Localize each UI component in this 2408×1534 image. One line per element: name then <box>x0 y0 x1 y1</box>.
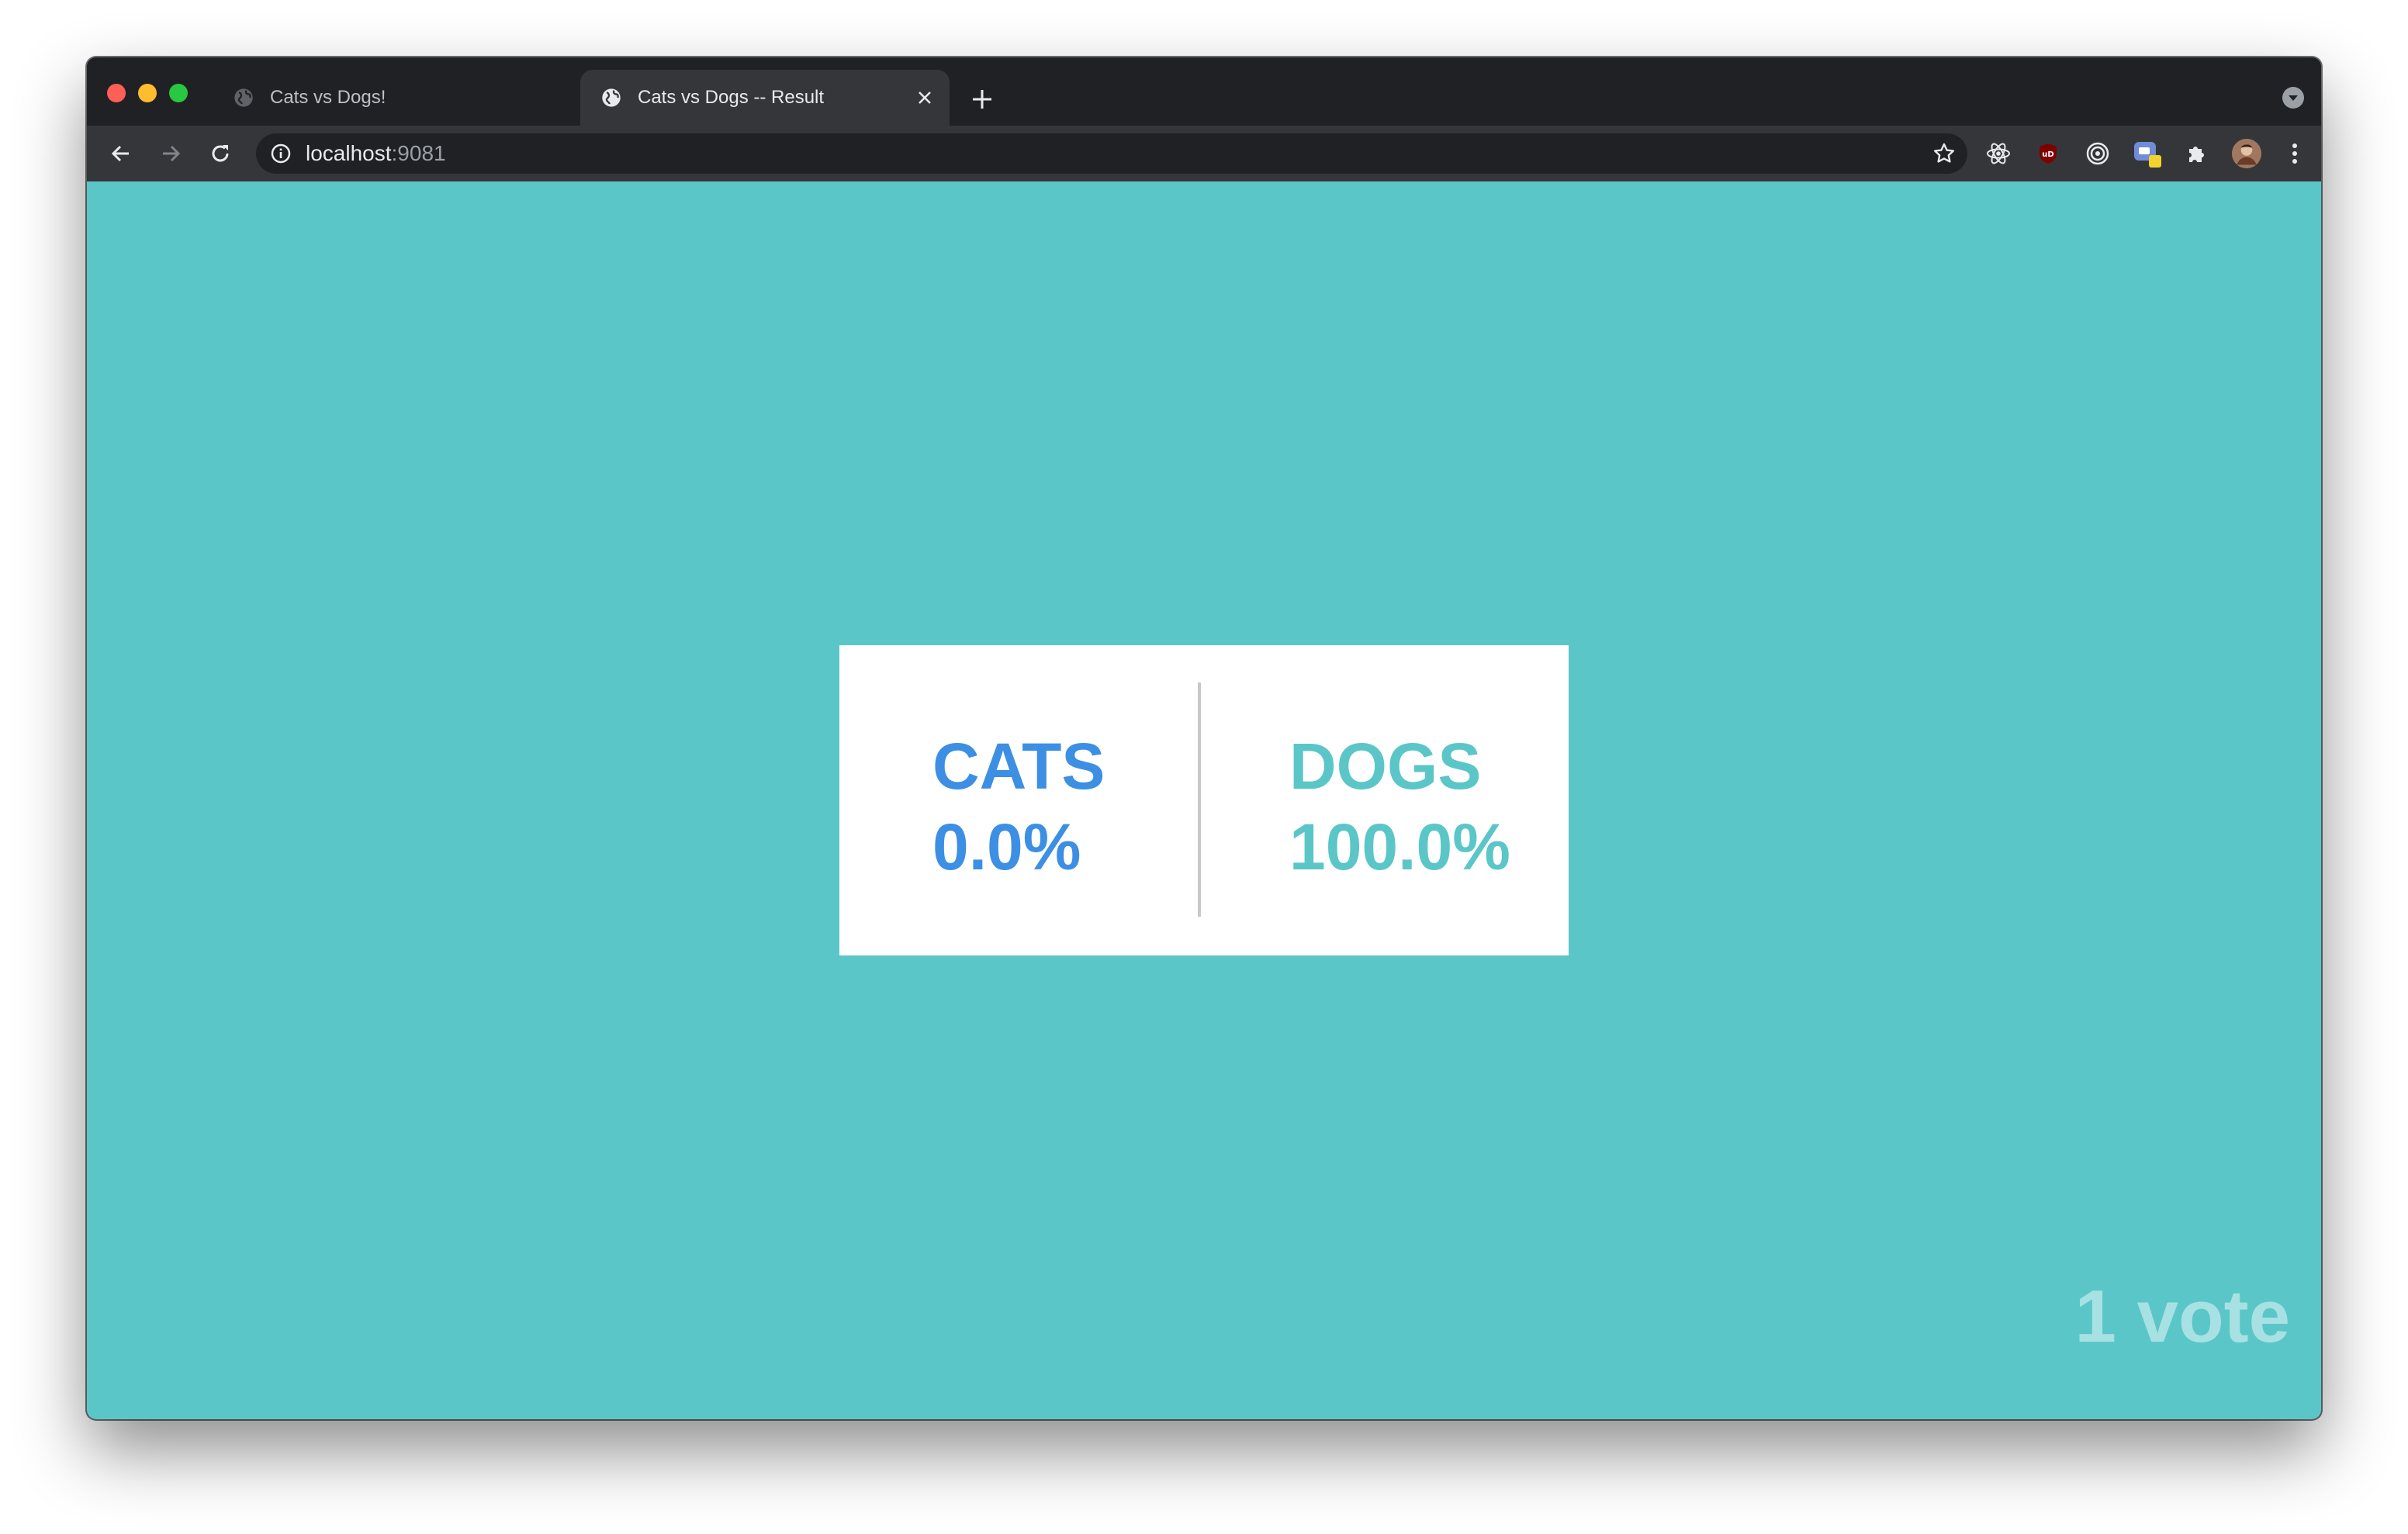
tab-strip: Cats vs Dogs! Cats vs Dogs -- Result <box>87 57 2321 126</box>
profile-avatar[interactable] <box>2231 138 2262 169</box>
plus-icon[interactable] <box>968 85 996 113</box>
puzzle-icon[interactable] <box>2181 138 2213 169</box>
address-bar[interactable]: localhost:9081 <box>256 133 1967 174</box>
cats-result: CATS 0.0% <box>932 726 1105 887</box>
close-icon[interactable] <box>914 87 936 109</box>
browser-toolbar: localhost:9081 uD <box>87 126 2321 181</box>
page-content: CATS 0.0% DOGS 100.0% 1 vote <box>87 181 2321 1419</box>
url-host: localhost <box>306 141 392 165</box>
maximize-window-button[interactable] <box>169 84 188 102</box>
chevron-down-icon[interactable] <box>2281 85 2306 110</box>
kebab-menu-icon[interactable] <box>2279 138 2310 169</box>
browser-window: Cats vs Dogs! Cats vs Dogs -- Result loc… <box>87 57 2321 1419</box>
cats-percent: 0.0% <box>932 810 1081 883</box>
tab-title: Cats vs Dogs -- Result <box>638 87 825 108</box>
vote-count: 1 vote <box>2074 1275 2290 1358</box>
cats-label: CATS <box>932 730 1105 803</box>
close-window-button[interactable] <box>107 84 126 102</box>
react-devtools-icon[interactable] <box>1983 138 2014 169</box>
dogs-result: DOGS 100.0% <box>1289 726 1510 887</box>
tab-title: Cats vs Dogs! <box>270 87 386 108</box>
globe-icon <box>234 88 253 107</box>
gimp-extension-icon[interactable] <box>2132 138 2163 169</box>
dogs-label: DOGS <box>1289 730 1482 803</box>
results-divider <box>1198 682 1201 917</box>
arrow-right-icon[interactable] <box>155 138 186 169</box>
globe-icon <box>602 88 621 107</box>
results-card: CATS 0.0% DOGS 100.0% <box>839 645 1569 955</box>
svg-text:uD: uD <box>2042 150 2053 159</box>
star-icon[interactable] <box>1932 141 1956 166</box>
url-port: :9081 <box>391 141 446 165</box>
tab-cats-vs-dogs-result[interactable]: Cats vs Dogs -- Result <box>580 70 950 126</box>
url-text: localhost:9081 <box>306 133 446 174</box>
arrow-left-icon[interactable] <box>106 138 137 169</box>
info-icon[interactable] <box>270 143 292 164</box>
reload-icon[interactable] <box>205 138 236 169</box>
ublock-icon[interactable]: uD <box>2033 138 2064 169</box>
minimize-window-button[interactable] <box>138 84 157 102</box>
dogs-percent: 100.0% <box>1289 810 1510 883</box>
target-icon[interactable] <box>2082 138 2113 169</box>
